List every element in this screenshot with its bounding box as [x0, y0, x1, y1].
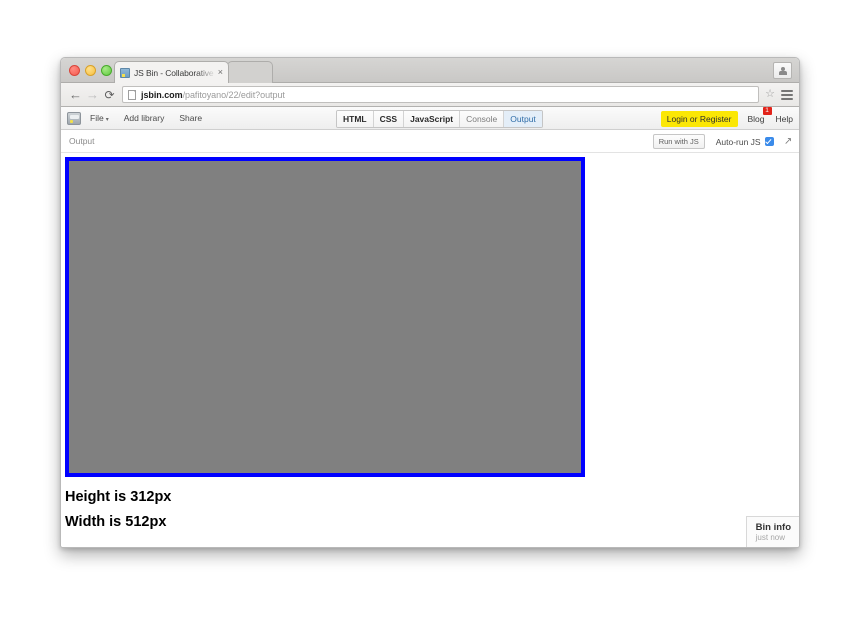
auto-run-js-checkbox[interactable] [764, 137, 774, 146]
minimize-window-button[interactable] [85, 65, 96, 76]
browser-toolbar: ← → ⟳ jsbin.com/pafitoyano/22/edit?outpu… [61, 83, 799, 107]
chevron-down-icon: ▾ [105, 117, 109, 123]
jsbin-favicon-icon [120, 67, 130, 78]
reload-button[interactable]: ⟳ [101, 86, 118, 103]
browser-tab-strip: JS Bin - Collaborative JavaS × [61, 58, 799, 83]
jsbin-logo-icon[interactable] [67, 111, 81, 125]
back-button[interactable]: ← [67, 86, 84, 103]
url-host: jsbin.com [141, 89, 183, 100]
blog-notification-badge: 1 [762, 106, 772, 115]
screenshot-canvas: JS Bin - Collaborative JavaS × ← → ⟳ jsb… [0, 0, 860, 637]
window-traffic-lights [69, 65, 112, 76]
hamburger-menu-icon[interactable] [781, 89, 793, 101]
open-in-new-window-icon[interactable]: ↗ [784, 135, 793, 146]
browser-tab-empty[interactable] [227, 61, 273, 83]
panel-tab-group: HTML CSS JavaScript Console Output [336, 110, 543, 128]
browser-tab-title: JS Bin - Collaborative JavaS [134, 67, 216, 78]
file-menu-label: File [90, 113, 104, 123]
browser-window: JS Bin - Collaborative JavaS × ← → ⟳ jsb… [60, 57, 800, 548]
blog-link: Blog [747, 113, 765, 124]
output-panel-controls: Run with JS Auto-run JS ↗ [652, 130, 793, 153]
account-icon [778, 66, 787, 75]
close-window-button[interactable] [69, 65, 80, 76]
output-panel-title: Output [69, 136, 95, 146]
output-panel-header: Output Run with JS Auto-run JS ↗ [61, 130, 799, 153]
share-menu[interactable]: Share [179, 113, 202, 123]
url-path: /pafitoyano/22/edit?output [182, 89, 285, 100]
app-header-right: Login or Register Blog 1 Help [660, 106, 793, 130]
bookmark-star-icon[interactable]: ☆ [765, 89, 775, 100]
tab-javascript[interactable]: JavaScript [404, 111, 461, 127]
height-readout: Height is 312px [65, 489, 172, 505]
auto-run-js-label: Auto-run JS [715, 136, 761, 147]
forward-button[interactable]: → [84, 86, 101, 103]
bin-info-title: Bin info [755, 522, 791, 533]
browser-tab-active[interactable]: JS Bin - Collaborative JavaS × [114, 61, 229, 83]
account-button[interactable] [773, 62, 792, 79]
jsbin-app-header: File ▾ Add library Share HTML CSS JavaScr… [61, 106, 799, 130]
bin-info-panel[interactable]: Bin info just now [745, 516, 799, 547]
tab-html[interactable]: HTML [337, 111, 374, 127]
run-with-js-button[interactable]: Run with JS [652, 134, 705, 149]
file-menu[interactable]: File ▾ [90, 113, 109, 123]
close-icon[interactable]: × [218, 68, 223, 77]
address-bar[interactable]: jsbin.com/pafitoyano/22/edit?output [122, 86, 760, 103]
tab-output[interactable]: Output [504, 111, 542, 127]
bin-info-timestamp: just now [755, 533, 785, 542]
add-library-menu[interactable]: Add library [124, 113, 165, 123]
address-bar-text: jsbin.com/pafitoyano/22/edit?output [141, 90, 285, 100]
output-render-area: Height is 312px Width is 512px Bin info … [61, 153, 799, 547]
tab-console[interactable]: Console [460, 111, 505, 127]
maximize-window-button[interactable] [101, 65, 112, 76]
width-readout: Width is 512px [65, 514, 167, 530]
blog-link-wrapper[interactable]: Blog 1 [747, 106, 772, 124]
help-link[interactable]: Help [776, 114, 793, 124]
page-icon [128, 89, 136, 100]
tab-css[interactable]: CSS [373, 111, 405, 127]
login-or-register-button[interactable]: Login or Register [660, 110, 738, 127]
demo-box [65, 157, 585, 477]
